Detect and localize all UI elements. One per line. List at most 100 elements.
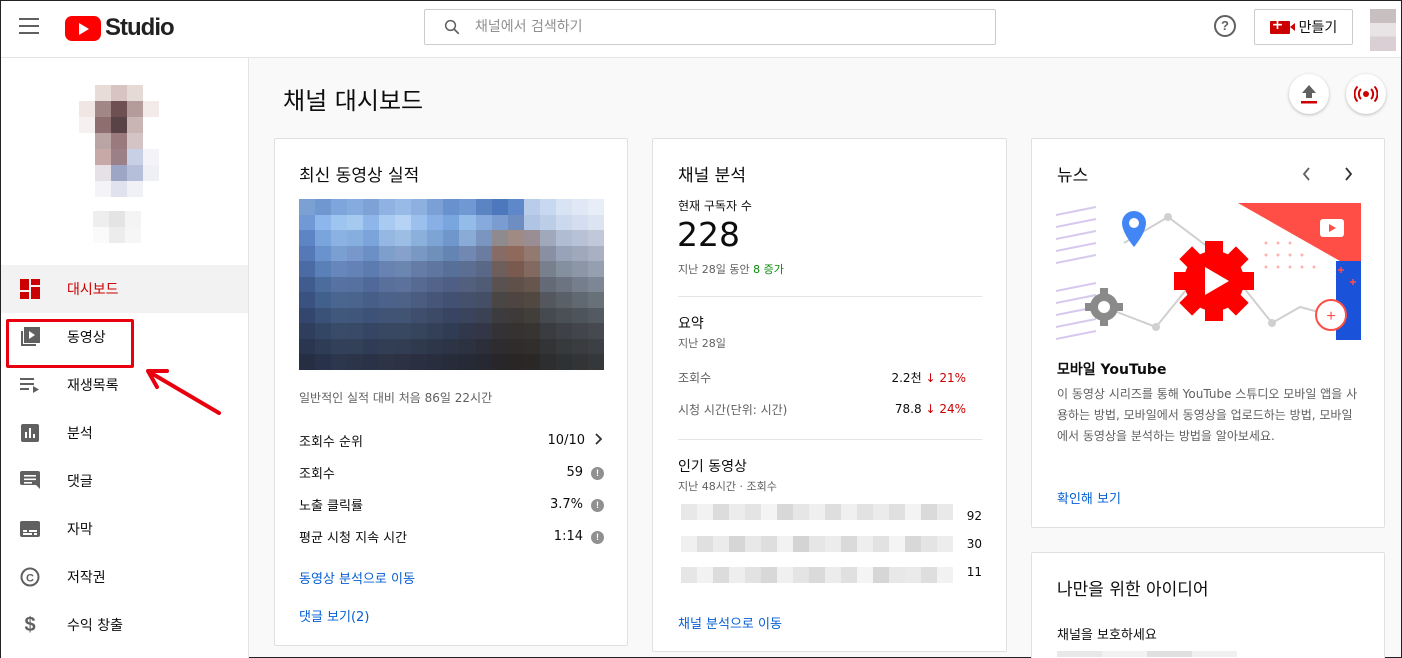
page-title: 채널 대시보드	[283, 87, 424, 115]
summary-value: 2.2천	[891, 370, 922, 385]
annotation-arrow-icon	[146, 369, 221, 415]
divider	[678, 439, 982, 440]
summary-period: 지난 28일	[678, 337, 726, 350]
top-video-row[interactable]	[681, 536, 953, 552]
stat-row: 조회수 59!	[299, 456, 604, 488]
news-card: 뉴스 + 모바일 YouTube 이 동영상 시리즈를 통해 YouTube 스…	[1031, 138, 1385, 528]
stat-row: 노출 클릭률 3.7%!	[299, 488, 604, 520]
stat-row[interactable]: 조회수 순위 10/10	[299, 424, 604, 456]
go-live-button[interactable]	[1346, 74, 1386, 114]
sidebar-item-monetization[interactable]: $ 수익 창출	[1, 601, 248, 649]
video-analytics-link[interactable]: 동영상 분석으로 이동	[299, 568, 415, 587]
sidebar-item-label: 자막	[67, 522, 93, 538]
summary-change: 24%	[939, 402, 966, 416]
create-video-icon	[1269, 17, 1295, 34]
info-icon[interactable]: !	[591, 498, 604, 512]
upload-icon	[1301, 85, 1317, 104]
sidebar-item-label: 재생목록	[67, 378, 119, 394]
arrow-down-icon: ↓	[925, 402, 936, 416]
search-icon	[444, 19, 460, 35]
stat-row: 평균 시청 지속 시간 1:14!	[299, 520, 604, 552]
channel-analytics-card: 채널 분석 현재 구독자 수 228 지난 28일 동안 8 증가 요약 지난 …	[652, 138, 1007, 652]
live-broadcast-icon	[1354, 86, 1378, 102]
top-videos-title: 인기 동영상	[678, 459, 747, 475]
card-title: 채널 분석	[678, 166, 746, 186]
news-body: 이 동영상 시리즈를 통해 YouTube 스튜디오 모바일 앱을 사용하는 방…	[1057, 387, 1358, 443]
summary-change: 21%	[939, 370, 966, 385]
sidebar-item-label: 대시보드	[67, 282, 119, 298]
latest-video-card: 최신 동영상 실적 일반적인 실적 대비 처음 86일 22시간 조회수 순위 …	[274, 138, 628, 646]
copyright-icon: C	[19, 566, 41, 588]
account-avatar[interactable]	[1370, 9, 1396, 51]
playlist-icon	[19, 374, 41, 396]
subscribers-label: 현재 구독자 수	[678, 199, 752, 213]
sidebar-item-label: 댓글	[67, 474, 93, 490]
analytics-icon	[19, 422, 41, 444]
chevron-right-icon[interactable]	[1343, 167, 1353, 181]
subscribers-change: 지난 28일 동안 8 증가	[678, 261, 784, 277]
divider	[678, 296, 982, 297]
channel-avatar[interactable]	[79, 85, 159, 197]
change-period: 지난 28일 동안	[678, 263, 750, 276]
help-icon[interactable]: ?	[1214, 15, 1236, 37]
change-value: 8 증가	[753, 263, 784, 276]
news-headline: 모바일 YouTube	[1057, 362, 1167, 378]
subscribers-count: 228	[677, 215, 740, 254]
top-videos-period: 지난 48시간 · 조회수	[678, 480, 777, 493]
top-bar: Studio ? 만들기	[1, 1, 1401, 58]
summary-value: 78.8	[894, 402, 922, 416]
youtube-play-icon	[65, 15, 101, 41]
studio-logo[interactable]: Studio	[65, 14, 175, 42]
dashboard-icon	[19, 278, 41, 300]
card-title: 최신 동영상 실적	[299, 166, 420, 186]
top-video-views: 30	[966, 537, 982, 551]
news-illustration[interactable]: +	[1056, 203, 1361, 340]
stat-label: 조회수 순위	[299, 434, 363, 450]
sidebar-item-dashboard[interactable]: 대시보드	[1, 265, 248, 313]
sidebar-item-subtitles[interactable]: 자막	[1, 505, 248, 553]
dollar-icon: $	[24, 613, 36, 636]
stat-label: 평균 시청 지속 시간	[299, 530, 408, 546]
create-button[interactable]: 만들기	[1254, 9, 1353, 45]
stat-value: 3.7%	[549, 496, 583, 512]
search-box[interactable]	[424, 9, 996, 45]
top-video-views: 11	[966, 565, 982, 579]
comment-icon	[19, 470, 41, 492]
sidebar-item-label: 저작권	[67, 570, 106, 586]
sidebar-item-label: 수익 창출	[67, 618, 123, 634]
search-input[interactable]	[475, 19, 955, 35]
stat-value: 1:14	[553, 528, 583, 544]
top-video-row[interactable]	[681, 567, 953, 583]
summary-title: 요약	[678, 316, 704, 332]
stat-label: 노출 클릭률	[299, 498, 363, 514]
summary-label: 시청 시간(단위: 시간)	[678, 402, 788, 417]
news-link[interactable]: 확인해 보기	[1057, 488, 1121, 507]
idea-subtext-pixelated	[1057, 651, 1237, 657]
svg-text:+: +	[1326, 308, 1335, 325]
video-thumbnail[interactable]	[299, 199, 604, 370]
view-comments-link[interactable]: 댓글 보기(2)	[299, 606, 369, 625]
ideas-card: 나만을 위한 아이디어 채널을 보호하세요	[1031, 552, 1385, 658]
stat-label: 조회수	[299, 466, 335, 482]
top-video-views: 92	[966, 509, 982, 523]
subtitles-icon	[19, 518, 41, 540]
summary-row: 조회수 2.2천 ↓ 21%	[678, 361, 966, 393]
chevron-left-icon[interactable]	[1302, 167, 1312, 181]
sidebar-item-comments[interactable]: 댓글	[1, 457, 248, 505]
top-video-row[interactable]	[681, 504, 953, 520]
create-label: 만들기	[1298, 20, 1338, 36]
menu-icon[interactable]	[19, 18, 39, 34]
channel-name	[93, 211, 141, 247]
arrow-down-icon: ↓	[925, 370, 936, 385]
summary-label: 조회수	[678, 370, 712, 385]
sidebar-item-copyright[interactable]: C 저작권	[1, 553, 248, 601]
info-icon[interactable]: !	[591, 530, 604, 544]
channel-analytics-link[interactable]: 채널 분석으로 이동	[678, 613, 782, 632]
sidebar-item-label: 분석	[67, 426, 93, 442]
card-title: 뉴스	[1057, 166, 1089, 186]
upload-button[interactable]	[1289, 74, 1329, 114]
logo-text: Studio	[105, 14, 175, 41]
info-icon[interactable]: !	[591, 466, 604, 480]
idea-item[interactable]: 채널을 보호하세요	[1057, 624, 1157, 643]
card-title: 나만을 위한 아이디어	[1057, 580, 1209, 600]
